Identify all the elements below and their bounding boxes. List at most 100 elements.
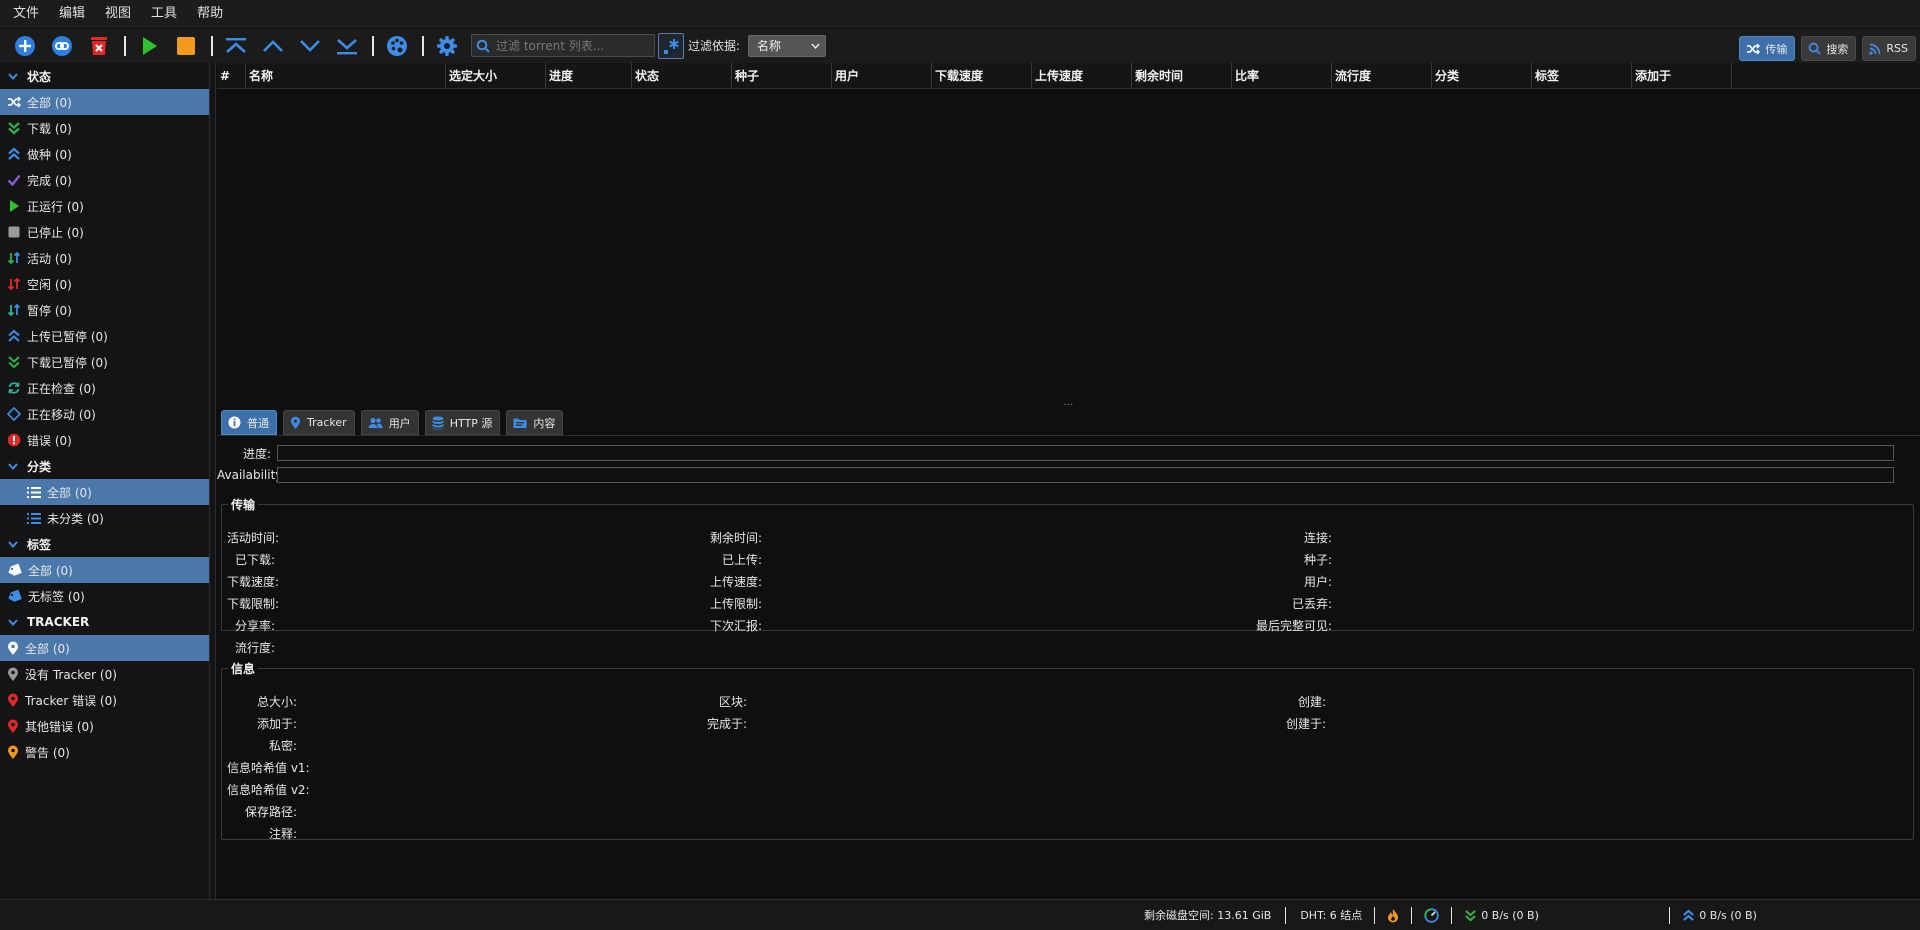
availability-bar — [277, 467, 1894, 483]
menu-view[interactable]: 视图 — [95, 0, 141, 27]
stop-button[interactable] — [171, 31, 201, 61]
toolbar-separator — [422, 35, 424, 56]
add-link-button[interactable] — [47, 31, 77, 61]
tracker-all[interactable]: 全部 (0) — [0, 635, 209, 661]
sidebar-splitter[interactable] — [210, 63, 216, 899]
status-moving-label: 正在移动 (0) — [27, 407, 96, 422]
info-hash-v2-label: 信息哈希值 v2: — [227, 783, 310, 797]
tracker-none[interactable]: 没有 Tracker (0) — [0, 661, 209, 687]
column-header-peers[interactable]: 用户 — [832, 63, 932, 89]
status-all[interactable]: 全部 (0) — [0, 89, 209, 115]
menu-edit[interactable]: 编辑 — [49, 0, 95, 27]
category-all-label: 全部 (0) — [47, 485, 92, 500]
download-speed-status[interactable]: 0 B/s (0 B) — [1464, 909, 1669, 922]
shuffle-icon — [8, 96, 21, 108]
column-header-size[interactable]: 选定大小 — [446, 63, 546, 89]
status-seeding[interactable]: 做种 (0) — [0, 141, 209, 167]
status-active[interactable]: 活动 (0) — [0, 245, 209, 271]
status-separator — [1669, 906, 1671, 924]
column-header-ratio[interactable]: 比率 — [1232, 63, 1332, 89]
connection-status[interactable] — [1387, 908, 1399, 923]
column-header-name[interactable]: 名称 — [246, 63, 446, 89]
status-section-header[interactable]: 状态 — [0, 63, 209, 89]
column-header-index[interactable]: # — [217, 63, 246, 89]
trackers-section-header[interactable]: TRACKER — [0, 609, 209, 635]
tab-peers[interactable]: 用户 — [360, 410, 419, 435]
tab-search[interactable]: 搜索 — [1801, 36, 1857, 61]
info-created-on-label: 创建于: — [1285, 717, 1326, 731]
move-bottom-button[interactable] — [332, 31, 362, 61]
shuffle-icon — [1747, 43, 1761, 54]
column-header-progress[interactable]: 进度 — [546, 63, 632, 89]
chevron-down-icon — [8, 462, 18, 470]
menu-help[interactable]: 帮助 — [187, 0, 233, 27]
chevron-down-icon — [300, 39, 320, 52]
tab-content[interactable]: 内容 — [506, 410, 564, 435]
tag-all-label: 全部 (0) — [28, 563, 73, 578]
column-header-added-on[interactable]: 添加于 — [1632, 63, 1732, 89]
tag-icon — [8, 563, 22, 576]
move-top-button[interactable] — [221, 31, 251, 61]
categories-section-header[interactable]: 分类 — [0, 453, 209, 479]
column-header-down-speed[interactable]: 下载速度 — [932, 63, 1032, 89]
double-chevron-up-icon — [8, 147, 20, 160]
status-inactive[interactable]: 空闲 (0) — [0, 271, 209, 297]
menu-file[interactable]: 文件 — [3, 0, 49, 27]
theme-button[interactable] — [382, 31, 412, 61]
info-hash-v1-label: 信息哈希值 v1: — [227, 761, 310, 775]
status-completed[interactable]: 完成 (0) — [0, 167, 209, 193]
status-separator — [1411, 906, 1413, 924]
status-error[interactable]: 错误 (0) — [0, 427, 209, 453]
tracker-other-error[interactable]: 其他错误 (0) — [0, 713, 209, 739]
column-header-category[interactable]: 分类 — [1432, 63, 1532, 89]
table-header: # 名称 选定大小 进度 状态 种子 用户 下载速度 上传速度 剩余时间 比率 … — [217, 63, 1920, 89]
alt-speed-toggle[interactable] — [1424, 907, 1439, 923]
tag-all[interactable]: 全部 (0) — [0, 557, 209, 583]
status-download-paused[interactable]: 下载已暂停 (0) — [0, 349, 209, 375]
upload-speed-status[interactable]: 0 B/s (0 B) — [1682, 909, 1757, 922]
tag-untagged[interactable]: 无标签 (0) — [0, 583, 209, 609]
move-up-button[interactable] — [258, 31, 288, 61]
status-moving[interactable]: 正在移动 (0) — [0, 401, 209, 427]
status-paused[interactable]: 暂停 (0) — [0, 297, 209, 323]
start-button[interactable] — [134, 31, 164, 61]
tab-http-sources[interactable]: HTTP 源 — [424, 410, 501, 435]
tab-transfers-label: 传输 — [1765, 42, 1788, 56]
add-torrent-button[interactable] — [10, 31, 40, 61]
transfer-popularity-label: 流行度: — [234, 641, 275, 655]
column-header-popularity[interactable]: 流行度 — [1332, 63, 1432, 89]
move-down-button[interactable] — [295, 31, 325, 61]
torrent-table[interactable]: # 名称 选定大小 进度 状态 种子 用户 下载速度 上传速度 剩余时间 比率 … — [217, 63, 1920, 404]
tab-general[interactable]: 普通 — [221, 410, 277, 435]
tab-trackers[interactable]: Tracker — [283, 410, 355, 435]
tab-transfers[interactable]: 传输 — [1739, 36, 1796, 61]
tags-section-header[interactable]: 标签 — [0, 531, 209, 557]
filter-torrents-field[interactable] — [471, 34, 655, 57]
options-button[interactable] — [432, 31, 462, 61]
column-header-tags[interactable]: 标签 — [1532, 63, 1632, 89]
column-header-seeds[interactable]: 种子 — [732, 63, 832, 89]
status-checking[interactable]: 正在检查 (0) — [0, 375, 209, 401]
column-header-up-speed[interactable]: 上传速度 — [1032, 63, 1132, 89]
availability-label: Availability: — [217, 468, 286, 482]
play-icon — [143, 36, 157, 55]
regex-toggle-button[interactable] — [658, 32, 684, 59]
status-downloading[interactable]: 下载 (0) — [0, 115, 209, 141]
tracker-error[interactable]: Tracker 错误 (0) — [0, 687, 209, 713]
status-running[interactable]: 正运行 (0) — [0, 193, 209, 219]
status-stopped[interactable]: 已停止 (0) — [0, 219, 209, 245]
category-uncategorized[interactable]: 未分类 (0) — [0, 505, 209, 531]
view-tabs: 传输 搜索 RSS — [1739, 36, 1916, 61]
tracker-warning[interactable]: 警告 (0) — [0, 739, 209, 765]
tab-rss[interactable]: RSS — [1862, 36, 1916, 61]
progress-bar — [277, 445, 1894, 461]
column-header-status[interactable]: 状态 — [632, 63, 732, 89]
category-all[interactable]: 全部 (0) — [0, 479, 209, 505]
delete-button[interactable] — [84, 31, 114, 61]
status-upload-paused[interactable]: 上传已暂停 (0) — [0, 323, 209, 349]
column-header-eta[interactable]: 剩余时间 — [1132, 63, 1232, 89]
menu-bar: 文件 编辑 视图 工具 帮助 — [0, 0, 1920, 27]
filter-by-select[interactable]: 名称 — [748, 34, 827, 57]
menu-tools[interactable]: 工具 — [141, 0, 187, 27]
filter-torrents-input[interactable] — [496, 38, 646, 53]
